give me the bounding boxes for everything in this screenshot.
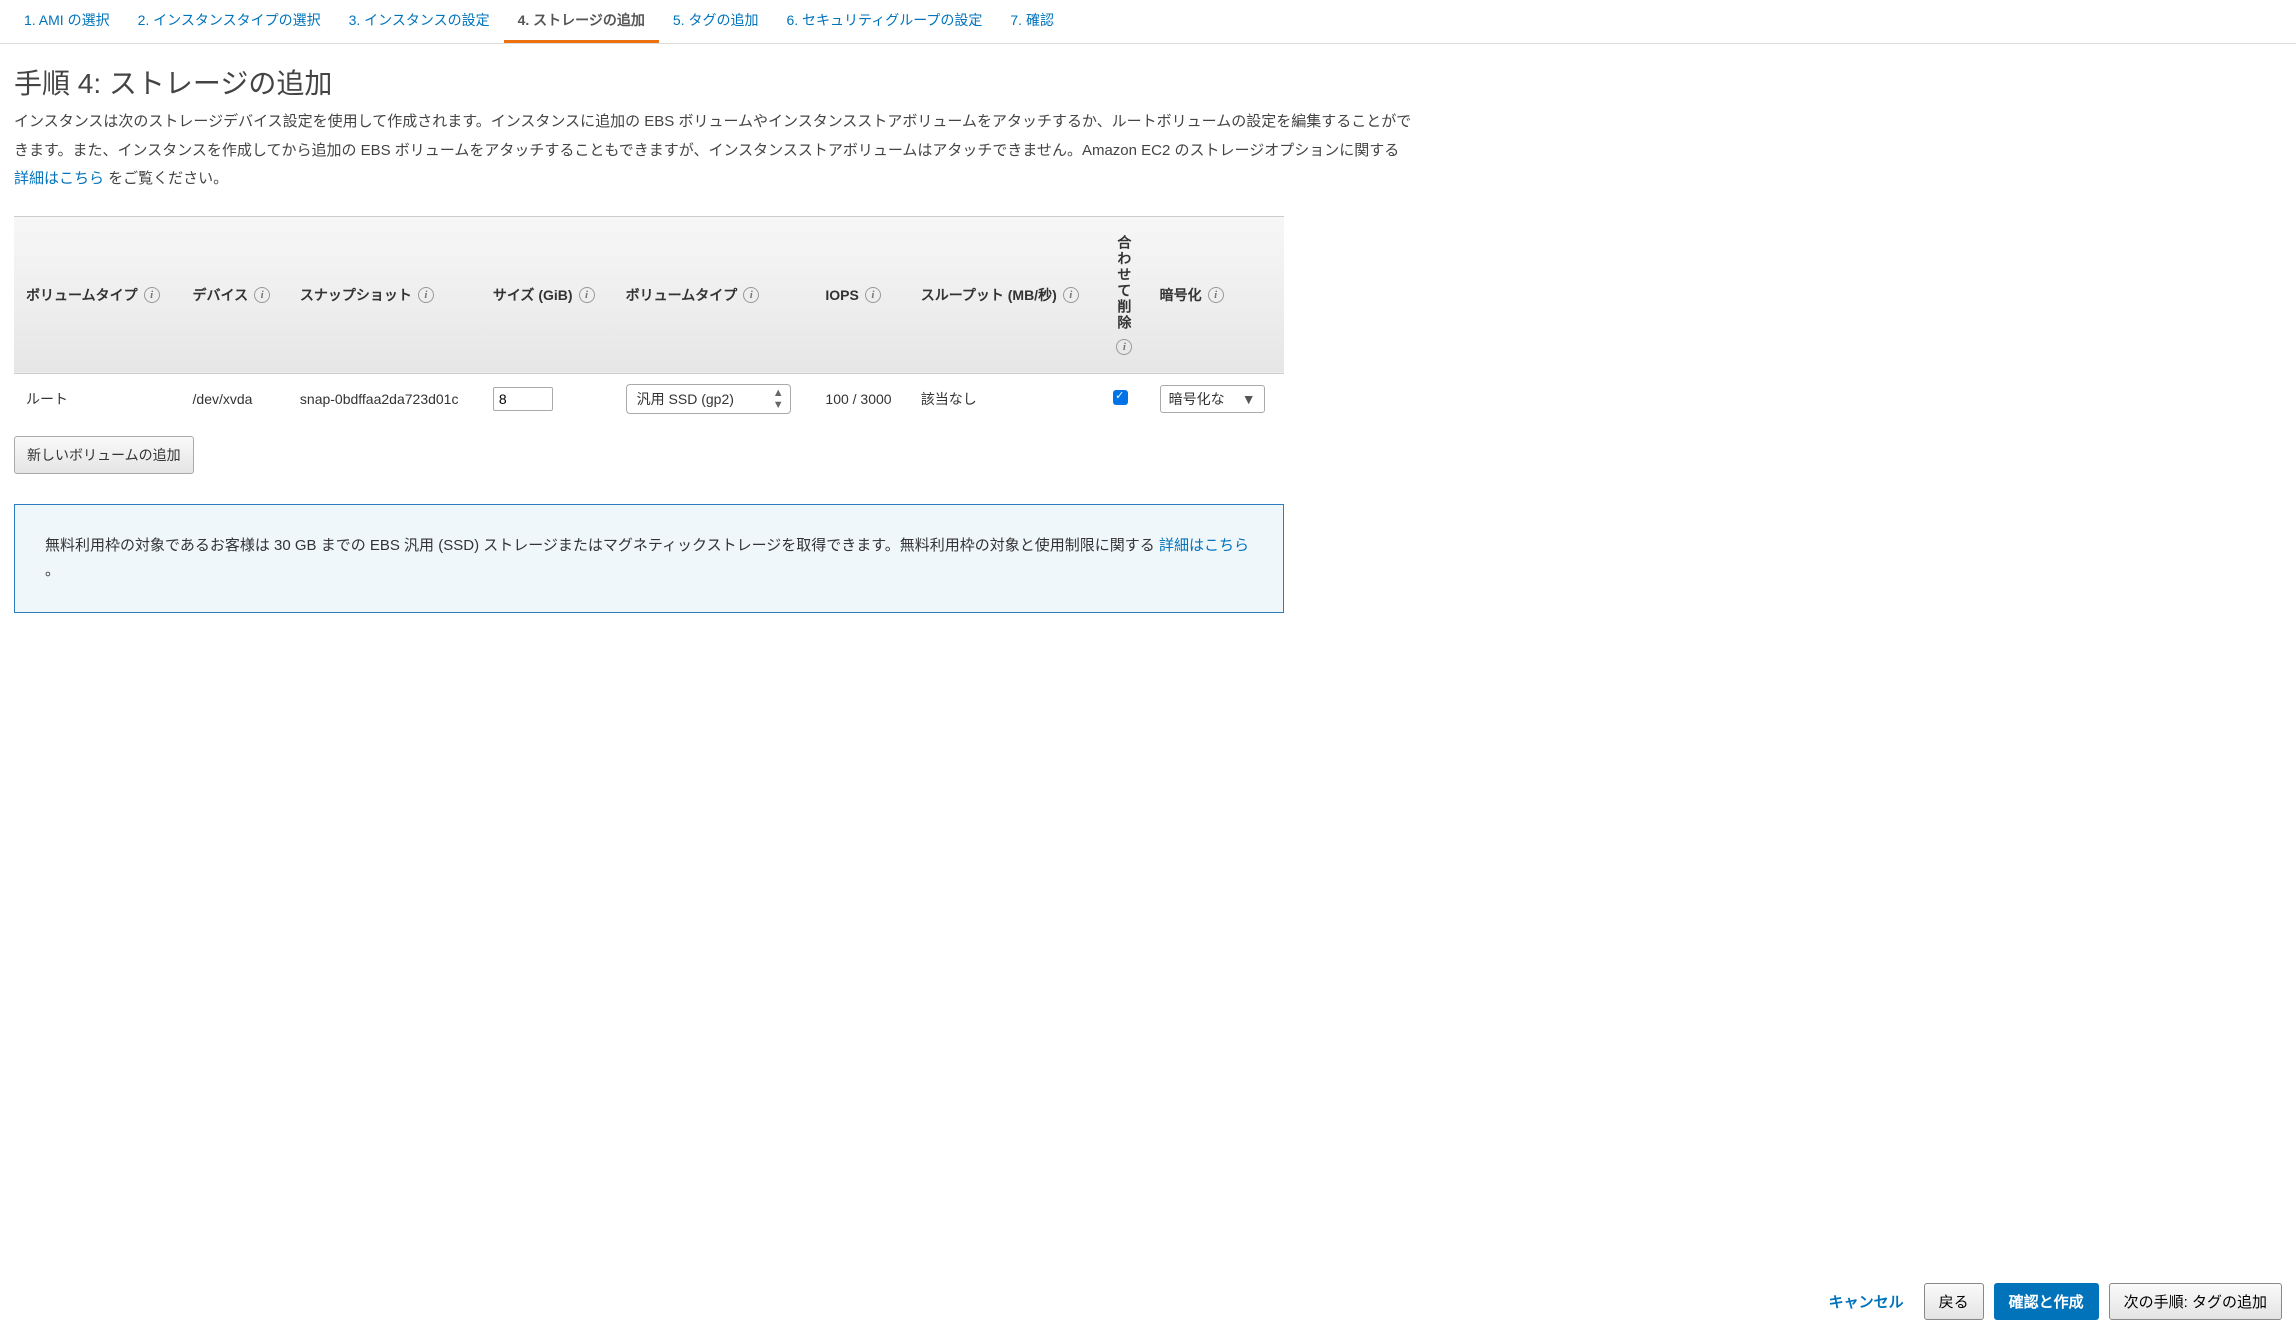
cell-device: /dev/xvda (181, 373, 288, 424)
cell-iops: 100 / 3000 (813, 373, 908, 424)
cancel-button[interactable]: キャンセル (1819, 1283, 1914, 1320)
review-and-launch-button[interactable]: 確認と作成 (1994, 1283, 2099, 1320)
cell-snapshot: snap-0bdffaa2da723d01c (288, 373, 481, 424)
back-button[interactable]: 戻る (1924, 1283, 1984, 1320)
cell-volume-type-label: ルート (14, 373, 181, 424)
col-device: デバイスi (181, 216, 288, 373)
col-snapshot: スナップショットi (288, 216, 481, 373)
col-delete-on-termination: 合わせて削除i (1101, 216, 1148, 373)
storage-learn-more-link[interactable]: 詳細はこちら (14, 170, 104, 187)
size-input[interactable] (493, 387, 553, 411)
info-icon[interactable]: i (1208, 287, 1224, 303)
tab-review[interactable]: 7. 確認 (996, 0, 1068, 43)
info-icon[interactable]: i (1116, 339, 1132, 355)
col-volume-type: ボリュームタイプi (614, 216, 814, 373)
table-row: ルート /dev/xvda snap-0bdffaa2da723d01c 汎用 … (14, 373, 1284, 424)
chevron-updown-icon: ▲▼ (773, 387, 784, 411)
banner-text-pre: 無料利用枠の対象であるお客様は 30 GB までの EBS 汎用 (SSD) ス… (45, 537, 1159, 554)
tab-add-tags[interactable]: 5. タグの追加 (659, 0, 773, 43)
volume-type-select-value: 汎用 SSD (gp2) (637, 389, 734, 409)
info-icon[interactable]: i (1063, 287, 1079, 303)
desc-text-pre: インスタンスは次のストレージデバイス設定を使用して作成されます。インスタンスに追… (14, 113, 1411, 159)
col-throughput: スループット (MB/秒)i (909, 216, 1101, 373)
delete-on-termination-checkbox[interactable] (1113, 390, 1128, 405)
encryption-select[interactable]: 暗号化な ▼ (1160, 385, 1265, 413)
footer-bar: キャンセル 戻る 確認と作成 次の手順: タグの追加 (0, 1273, 2296, 1330)
encryption-select-value: 暗号化な (1169, 389, 1225, 409)
tab-ami[interactable]: 1. AMI の選択 (10, 0, 124, 43)
wizard-tabs: 1. AMI の選択 2. インスタンスタイプの選択 3. インスタンスの設定 … (0, 0, 2296, 44)
banner-text-post: 。 (45, 562, 60, 579)
tab-instance-type[interactable]: 2. インスタンスタイプの選択 (124, 0, 335, 43)
free-tier-banner: 無料利用枠の対象であるお客様は 30 GB までの EBS 汎用 (SSD) ス… (14, 504, 1284, 613)
tab-configure-instance[interactable]: 3. インスタンスの設定 (335, 0, 504, 43)
page-title: 手順 4: ストレージの追加 (0, 44, 2296, 108)
storage-table: ボリュームタイプi デバイスi スナップショットi サイズ (GiB)i ボリュ… (14, 216, 1284, 424)
chevron-down-icon: ▼ (1242, 391, 1256, 407)
info-icon[interactable]: i (865, 287, 881, 303)
tab-add-storage[interactable]: 4. ストレージの追加 (504, 0, 659, 43)
volume-type-select[interactable]: 汎用 SSD (gp2) ▲▼ (626, 384, 791, 414)
col-size: サイズ (GiB)i (481, 216, 614, 373)
col-volume-type-label: ボリュームタイプi (14, 216, 181, 373)
info-icon[interactable]: i (579, 287, 595, 303)
info-icon[interactable]: i (743, 287, 759, 303)
next-step-button[interactable]: 次の手順: タグの追加 (2109, 1283, 2282, 1320)
desc-text-post: をご覧ください。 (104, 170, 228, 187)
cell-throughput: 該当なし (909, 373, 1101, 424)
info-icon[interactable]: i (144, 287, 160, 303)
page-description: インスタンスは次のストレージデバイス設定を使用して作成されます。インスタンスに追… (0, 108, 1430, 216)
col-encryption: 暗号化i (1148, 216, 1284, 373)
tab-security-group[interactable]: 6. セキュリティグループの設定 (772, 0, 996, 43)
col-iops: IOPSi (813, 216, 908, 373)
info-icon[interactable]: i (254, 287, 270, 303)
info-icon[interactable]: i (418, 287, 434, 303)
free-tier-learn-more-link[interactable]: 詳細はこちら (1159, 537, 1249, 554)
add-new-volume-button[interactable]: 新しいボリュームの追加 (14, 436, 194, 474)
